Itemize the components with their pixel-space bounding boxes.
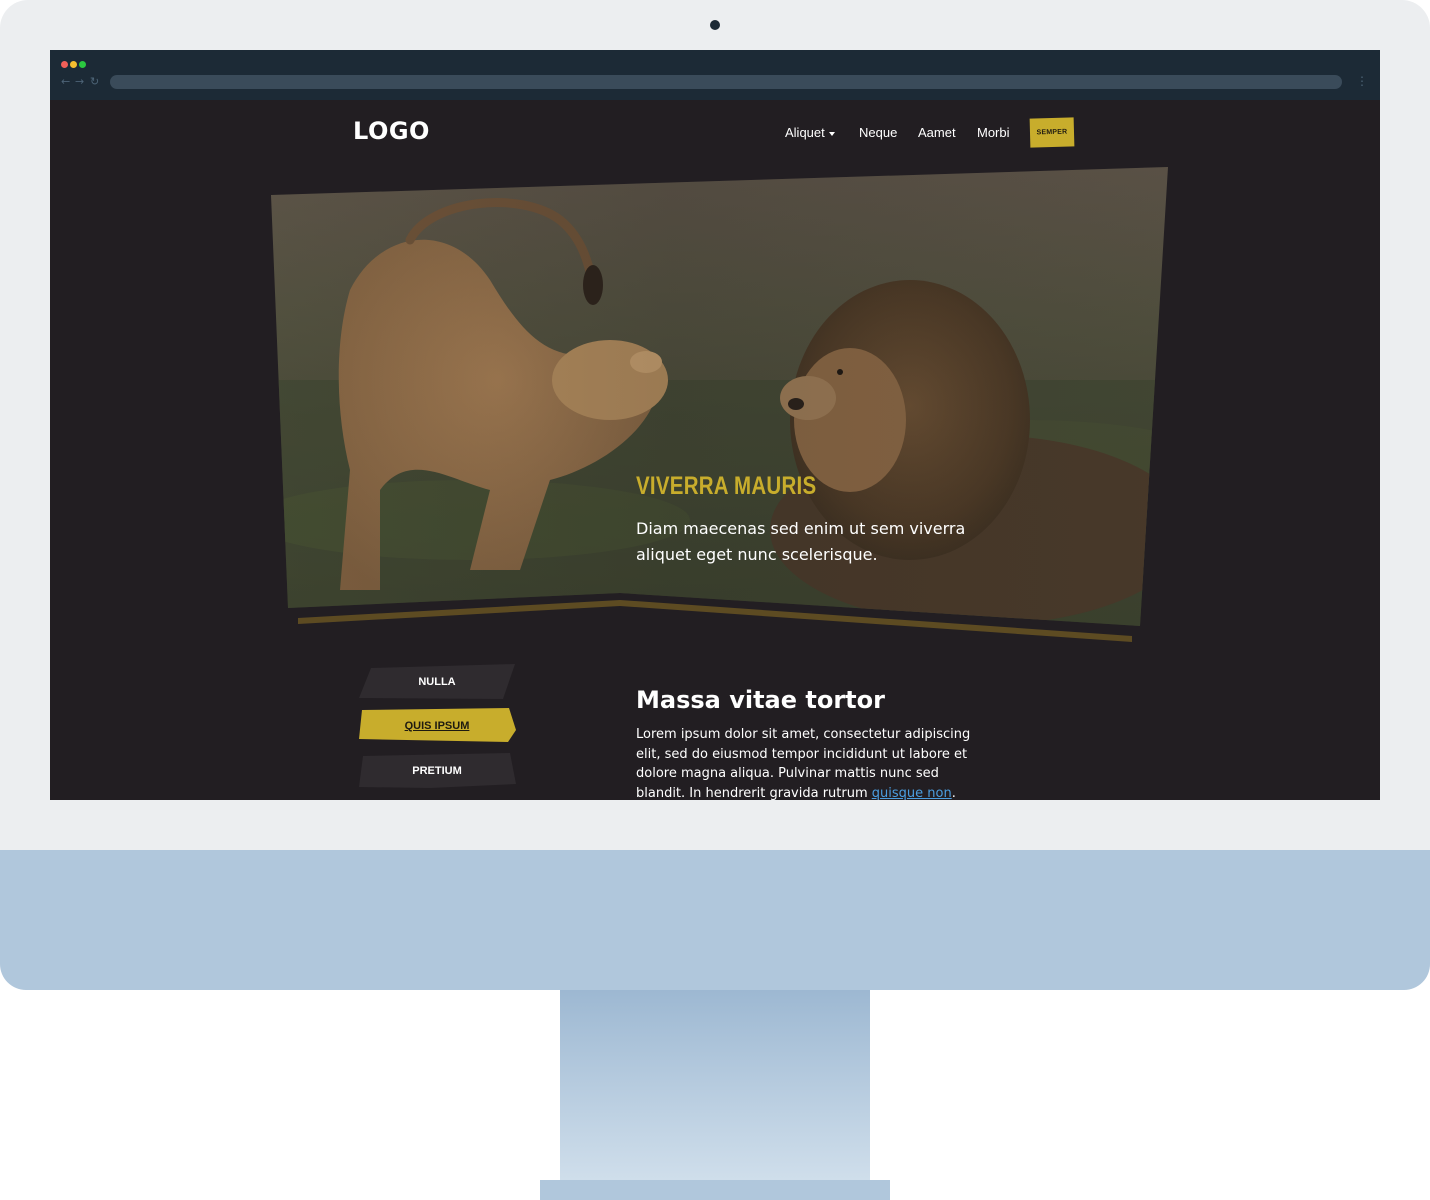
section-title: Massa vitae tortor	[636, 686, 885, 714]
nav-item-aliquet[interactable]: Aliquet	[785, 125, 835, 140]
hero-subtitle: Diam maecenas sed enim ut sem viverra al…	[636, 519, 966, 564]
monitor-chin	[0, 850, 1430, 990]
nav-item-morbi[interactable]: Morbi	[977, 125, 1010, 140]
monitor-foot	[540, 1180, 890, 1200]
screen: ← → ↻ ⋮ LOGO Aliquet Neque Aamet Morbi S…	[50, 50, 1380, 800]
tab-pretium[interactable]: PRETIUM	[358, 753, 516, 789]
tab-label: QUIS IPSUM	[404, 720, 470, 732]
monitor-stand	[560, 990, 870, 1180]
section-body: Lorem ipsum dolor sit amet, consectetur …	[636, 725, 981, 800]
nav-item-label: Aliquet	[785, 125, 825, 140]
semper-button[interactable]: SEMPER	[1029, 117, 1075, 148]
tab-nulla[interactable]: NULLA	[358, 664, 516, 700]
quisque-link[interactable]: quisque non	[872, 786, 952, 801]
nav-item-neque[interactable]: Neque	[859, 125, 897, 140]
tab-label: PRETIUM	[412, 765, 462, 777]
site-logo[interactable]: LOGO	[353, 117, 430, 145]
chevron-down-icon	[828, 131, 835, 136]
tab-quis-ipsum[interactable]: QUIS IPSUM	[358, 708, 516, 744]
body-trailing: .	[951, 785, 956, 801]
nav-item-aamet[interactable]: Aamet	[918, 125, 956, 140]
hero-title: VIVERRA MAURIS	[636, 472, 817, 500]
camera-dot	[710, 20, 720, 30]
tab-label: NULLA	[418, 676, 456, 688]
